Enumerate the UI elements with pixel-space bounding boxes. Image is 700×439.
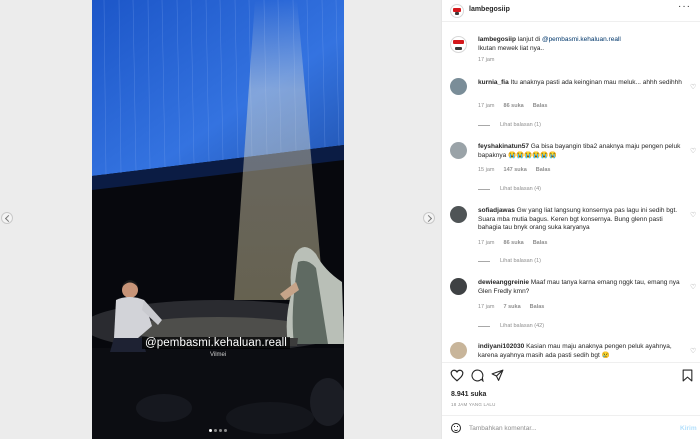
comment-list[interactable]: lambegosiip lanjut di @pembasmi.kehaluan… <box>442 22 700 362</box>
heart-icon[interactable]: ♡ <box>690 347 696 355</box>
carousel-dot[interactable] <box>209 429 212 432</box>
comment-username[interactable]: dewieanggreinie <box>478 279 529 286</box>
bookmark-icon[interactable] <box>682 369 693 382</box>
reply-button[interactable]: Balas <box>533 240 548 246</box>
caption-text: lambegosiip lanjut di @pembasmi.kehaluan… <box>478 36 684 53</box>
comment-text: sofiadjawas Gw yang liat langsung konser… <box>478 207 684 233</box>
emoji-icon[interactable] <box>451 423 461 433</box>
comment-meta: 15 jam 147 suka Balas <box>478 167 550 173</box>
like-count[interactable]: 8.941 suka <box>451 391 486 398</box>
comment-meta: 17 jam 86 suka Balas <box>478 240 547 246</box>
comment-likes[interactable]: 147 suka <box>504 167 527 173</box>
comment-time[interactable]: 17 jam <box>478 304 495 310</box>
add-comment-row: Kirim <box>442 415 700 439</box>
heart-icon[interactable] <box>450 369 464 382</box>
comment-time[interactable]: 15 jam <box>478 167 495 173</box>
view-replies[interactable]: Lihat balasan (1) <box>478 258 541 264</box>
comments-panel: lambegosiip ··· lambegosiip lanjut di @p… <box>441 0 700 439</box>
reply-button[interactable]: Balas <box>530 304 545 310</box>
view-replies[interactable]: Lihat balasan (42) <box>478 323 544 329</box>
view-replies-label: Lihat balasan (42) <box>500 323 545 329</box>
heart-icon[interactable]: ♡ <box>690 283 696 291</box>
avatar[interactable] <box>450 206 467 223</box>
caption-meta: 17 jam <box>478 57 495 63</box>
carousel-dot[interactable] <box>219 429 222 432</box>
carousel-dot[interactable] <box>224 429 227 432</box>
comment-meta: 17 jam 7 suka Balas <box>478 304 544 310</box>
next-post-arrow[interactable] <box>423 212 435 224</box>
carousel-dot[interactable] <box>214 429 217 432</box>
view-replies[interactable]: Lihat balasan (1) <box>478 122 541 128</box>
comment-username[interactable]: indiyani102030 <box>478 343 524 350</box>
heart-icon[interactable]: ♡ <box>690 83 696 91</box>
comment-text: indiyani102030 Kasian mau maju anaknya p… <box>478 343 684 360</box>
comment-text: dewieanggreinie Maaf mau tanya karna ema… <box>478 279 684 296</box>
comment-username[interactable]: kurnia_fia <box>478 79 509 86</box>
view-replies-label: Lihat balasan (1) <box>500 122 541 128</box>
add-comment-input[interactable] <box>469 422 649 434</box>
comment-text: feyshakinatun57 Ga bisa bayangin tiba2 a… <box>478 143 684 160</box>
comment-meta: 17 jam 86 suka Balas <box>478 103 547 109</box>
avatar[interactable] <box>450 36 467 53</box>
reply-button[interactable]: Balas <box>533 103 548 109</box>
heart-icon[interactable]: ♡ <box>690 147 696 155</box>
avatar[interactable] <box>450 142 467 159</box>
concert-scene <box>92 0 344 439</box>
carousel-dots <box>209 429 227 432</box>
view-replies-label: Lihat balasan (1) <box>500 258 541 264</box>
comment-likes[interactable]: 7 suka <box>504 304 521 310</box>
comment-text: kurnia_fia Itu anaknya pasti ada keingin… <box>478 79 684 88</box>
comment-time[interactable]: 17 jam <box>478 103 495 109</box>
caption-time[interactable]: 17 jam <box>478 57 495 63</box>
caption-line-2: Ikutan mewek liat nya.. <box>478 44 545 52</box>
comment-likes[interactable]: 86 suka <box>504 103 524 109</box>
post-video[interactable]: @pembasmi.kehaluan.reall Vilmei <box>92 0 344 439</box>
comment-username[interactable]: sofiadjawas <box>478 207 515 214</box>
comment-icon[interactable] <box>471 369 484 382</box>
avatar[interactable] <box>450 278 467 295</box>
header-username[interactable]: lambegosiip <box>469 6 510 13</box>
video-subcaption: Vilmei <box>210 352 227 358</box>
post-time[interactable]: 18 JAM YANG LALU <box>451 402 496 407</box>
comment-username[interactable]: feyshakinatun57 <box>478 143 529 150</box>
view-replies[interactable]: Lihat balasan (4) <box>478 186 541 192</box>
reply-button[interactable]: Balas <box>536 167 551 173</box>
previous-post-arrow[interactable] <box>1 212 13 224</box>
post-actions: 8.941 suka 18 JAM YANG LALU Kirim <box>442 362 700 439</box>
share-icon[interactable] <box>491 369 504 382</box>
avatar[interactable] <box>450 78 467 95</box>
video-watermark: @pembasmi.kehaluan.reall <box>142 337 290 349</box>
comment-likes[interactable]: 86 suka <box>504 240 524 246</box>
post-comment-button[interactable]: Kirim <box>680 425 697 432</box>
caption-body: lanjut di <box>517 36 541 43</box>
comment-time[interactable]: 17 jam <box>478 240 495 246</box>
caption-mention[interactable]: @pembasmi.kehaluan.reall <box>542 36 621 43</box>
comment-body: Itu anaknya pasti ada keinginan mau melu… <box>510 79 682 86</box>
view-replies-label: Lihat balasan (4) <box>500 186 541 192</box>
heart-icon[interactable]: ♡ <box>690 211 696 219</box>
more-icon[interactable]: ··· <box>678 1 691 12</box>
avatar[interactable] <box>450 4 464 18</box>
post-header: lambegosiip ··· <box>442 0 700 22</box>
avatar[interactable] <box>450 342 467 359</box>
caption-username[interactable]: lambegosiip <box>478 36 516 43</box>
